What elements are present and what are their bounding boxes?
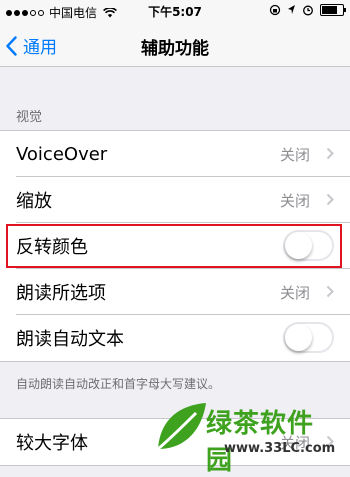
page-title: 辅助功能 [141, 39, 209, 59]
status-right [269, 4, 346, 16]
watermark-url: www.33LC.com [224, 441, 336, 456]
leaf-logo-icon [157, 403, 206, 451]
status-bar: 中国电信 下午5:07 [0, 0, 350, 22]
row-value: 关闭 [279, 145, 310, 164]
row-voiceover[interactable]: VoiceOver 关闭 [0, 131, 350, 177]
toggle-knob [285, 324, 312, 351]
highlight-box [6, 224, 342, 268]
row-speak-auto-text: 朗读自动文本 [0, 315, 350, 361]
row-value: 关闭 [279, 283, 310, 302]
battery-icon [320, 4, 346, 16]
row-label: 朗读所选项 [16, 283, 106, 304]
speak-auto-text-toggle[interactable] [283, 322, 334, 353]
row-speak-selection[interactable]: 朗读所选项 关闭 [0, 269, 350, 315]
row-label: VoiceOver [16, 143, 108, 165]
row-value: 关闭 [279, 191, 310, 210]
navigation-bar: 通用 辅助功能 [0, 22, 350, 67]
watermark-brand: 绿茶软件园 [206, 409, 315, 476]
row-label: 缩放 [16, 191, 52, 212]
rotation-lock-icon [269, 4, 281, 16]
chevron-right-icon [326, 147, 334, 160]
watermark: 绿茶软件园 www.33LC.com [150, 393, 340, 476]
alarm-icon [303, 5, 313, 16]
row-label: 较大字体 [16, 433, 88, 454]
row-label: 朗读自动文本 [16, 329, 124, 350]
row-zoom[interactable]: 缩放 关闭 [0, 177, 350, 223]
location-icon [288, 5, 295, 14]
section-header-vision: 视觉 [16, 110, 43, 125]
chevron-right-icon [326, 285, 334, 298]
chevron-right-icon [326, 193, 334, 206]
section-footer-note: 自动朗读自动改正和首字母大写建议。 [16, 377, 221, 391]
